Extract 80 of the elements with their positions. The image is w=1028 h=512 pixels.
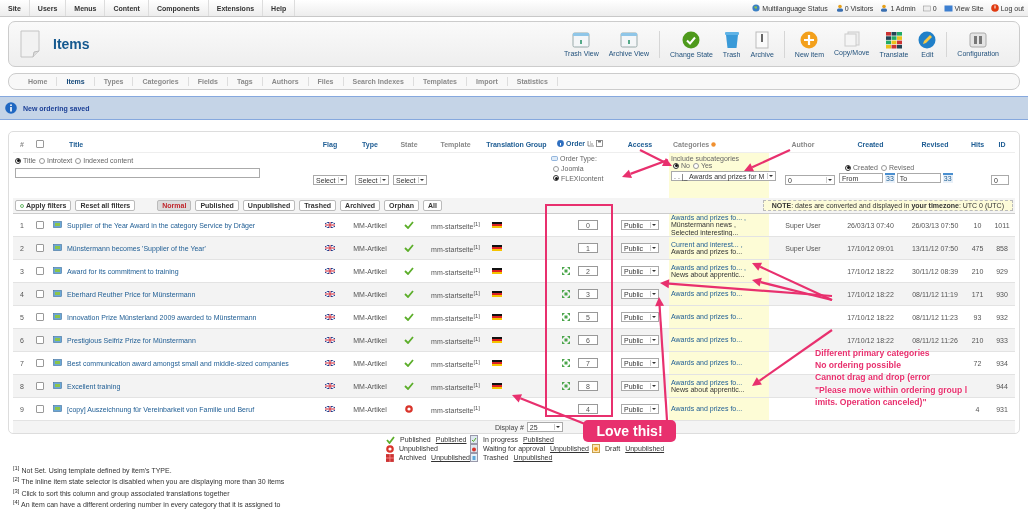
uk-flag-icon — [325, 382, 335, 389]
mail-icon — [922, 4, 931, 12]
uk-flag-icon — [325, 359, 335, 366]
row-checkbox[interactable] — [36, 405, 44, 414]
annotation-note: Different primary categories No ordering possible Cannot drag and drop (error "Please move within ordering group l imits. Operation canceled)" — [815, 347, 968, 408]
checkmark-icon[interactable] — [404, 335, 414, 344]
trash-icon — [723, 30, 740, 49]
monitor-icon — [52, 243, 62, 252]
uk-flag-icon — [325, 267, 335, 274]
row-checkbox[interactable] — [36, 267, 44, 276]
row-checkbox[interactable] — [36, 382, 44, 391]
search-field[interactable] — [15, 168, 260, 178]
checkmark-icon — [386, 435, 395, 444]
info-icon[interactable] — [556, 140, 564, 147]
uk-flag-icon — [325, 221, 335, 228]
uk-flag-icon — [325, 405, 335, 412]
row-checkbox[interactable] — [36, 290, 44, 299]
move-icon[interactable] — [562, 336, 570, 344]
monitor-icon — [52, 404, 62, 413]
uk-flag-icon — [325, 313, 335, 320]
archive-icon — [755, 30, 770, 49]
callout-label: Love this! — [583, 420, 676, 442]
document-stop-icon — [470, 444, 478, 453]
document-icon — [19, 30, 41, 58]
checkmark-icon[interactable] — [404, 381, 414, 390]
power-icon — [990, 4, 999, 12]
monitor-icon — [52, 266, 62, 275]
dot-icon — [711, 141, 717, 147]
monitor-icon — [52, 335, 62, 344]
move-icon[interactable] — [562, 267, 570, 275]
monitor-icon — [52, 220, 62, 229]
monitor-icon — [52, 289, 62, 298]
row-checkbox[interactable] — [36, 359, 44, 368]
annotation-arrow — [639, 149, 672, 166]
save-icon[interactable] — [596, 140, 604, 147]
uk-flag-icon — [325, 244, 335, 251]
archive-box-icon — [386, 453, 394, 462]
monitor-icon — [943, 4, 953, 12]
row-checkbox[interactable] — [36, 221, 44, 230]
page-title: Items — [53, 36, 90, 52]
window-icon — [619, 31, 638, 48]
comment-icon — [551, 155, 558, 162]
row-checkbox[interactable] — [36, 313, 44, 322]
document-trash-icon — [470, 453, 478, 462]
select-all-checkbox[interactable] — [36, 140, 44, 149]
monitor-icon — [52, 312, 62, 321]
copy-icon — [842, 30, 861, 47]
plus-icon — [800, 30, 819, 49]
annotation-arrow — [744, 149, 791, 172]
switches-icon — [969, 31, 988, 48]
window-icon — [572, 31, 591, 48]
uk-flag-icon — [325, 290, 335, 297]
checkmark-icon[interactable] — [404, 220, 414, 229]
document-draft-icon — [592, 444, 600, 453]
uk-flag-icon — [325, 336, 335, 343]
checkmark-icon[interactable] — [404, 289, 414, 298]
checkmark-icon[interactable] — [404, 312, 414, 321]
monitor-icon — [52, 358, 62, 367]
users-icon — [834, 4, 843, 12]
monitor-icon — [52, 381, 62, 390]
move-icon[interactable] — [562, 359, 570, 367]
move-icon[interactable] — [562, 382, 570, 390]
stop-icon[interactable] — [405, 404, 413, 413]
checkmark-icon[interactable] — [404, 266, 414, 275]
user-icon — [880, 4, 889, 12]
row-checkbox[interactable] — [36, 336, 44, 345]
row-checkbox[interactable] — [36, 244, 44, 253]
checkmark-icon[interactable] — [404, 243, 414, 252]
flags-icon — [884, 30, 903, 49]
checkmark-icon[interactable] — [404, 358, 414, 367]
stop-icon — [386, 444, 394, 453]
checkmark-icon — [682, 30, 701, 49]
move-icon[interactable] — [562, 290, 570, 298]
dot-icon — [20, 203, 24, 208]
info-icon — [5, 102, 17, 114]
document-check-icon — [470, 435, 478, 444]
annotation-arrow — [622, 158, 669, 179]
move-icon[interactable] — [562, 313, 570, 321]
globe-icon — [752, 4, 761, 12]
pencil-icon — [918, 30, 937, 49]
